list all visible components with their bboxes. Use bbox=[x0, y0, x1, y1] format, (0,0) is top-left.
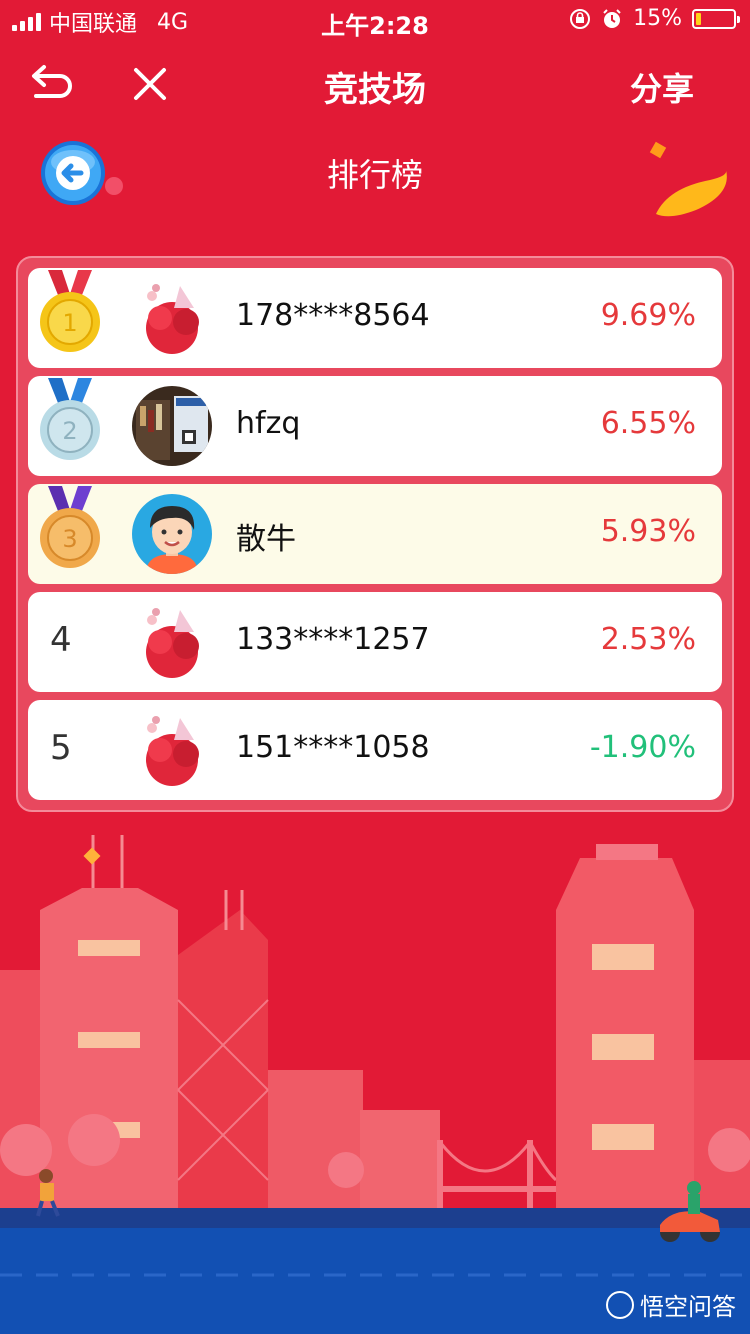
watermark-text: 悟空问答 bbox=[640, 1293, 736, 1321]
svg-text:1: 1 bbox=[62, 309, 77, 337]
rank-number: 5 bbox=[50, 728, 72, 768]
gold-medal-icon: 1 bbox=[40, 270, 100, 352]
row-return: 5.93% bbox=[600, 514, 696, 549]
rank-number: 4 bbox=[50, 620, 72, 660]
row-name: 散牛 bbox=[236, 522, 296, 557]
back-arrow-icon[interactable] bbox=[28, 62, 76, 106]
leaderboard-panel: 1 178****8564 9.69% 2 hfzq 6.55% 3 散牛 5.… bbox=[16, 256, 734, 812]
row-return: 9.69% bbox=[600, 298, 696, 333]
avatar bbox=[132, 602, 212, 682]
blue-circle-back-icon[interactable] bbox=[40, 140, 126, 208]
alarm-icon bbox=[603, 8, 621, 28]
watermark: 悟空问答 bbox=[606, 1287, 736, 1322]
row-return: 6.55% bbox=[600, 406, 696, 441]
leaderboard-row[interactable]: 4 133****1257 2.53% bbox=[28, 592, 722, 692]
row-name: 178****8564 bbox=[236, 298, 430, 333]
avatar bbox=[132, 278, 212, 358]
row-name: 151****1058 bbox=[236, 730, 430, 765]
leaderboard-row[interactable]: 5 151****1058 -1.90% bbox=[28, 700, 722, 800]
row-name: 133****1257 bbox=[236, 622, 430, 657]
row-name: hfzq bbox=[236, 406, 301, 441]
status-bar: 中国联通 4G 上午2:28 15% bbox=[0, 0, 750, 40]
city-skyline-illustration bbox=[0, 835, 750, 1334]
leaderboard-row[interactable]: 1 178****8564 9.69% bbox=[28, 268, 722, 368]
row-return: 2.53% bbox=[600, 622, 696, 657]
row-return: -1.90% bbox=[589, 730, 696, 765]
avatar bbox=[132, 386, 212, 466]
battery-icon bbox=[692, 8, 740, 29]
status-right: 15% bbox=[569, 6, 740, 31]
silver-medal-icon: 2 bbox=[40, 378, 100, 460]
rotation-lock-icon bbox=[570, 8, 591, 29]
wukong-logo-icon bbox=[606, 1290, 634, 1319]
svg-text:3: 3 bbox=[62, 525, 77, 553]
avatar bbox=[132, 494, 212, 574]
share-button[interactable]: 分享 bbox=[630, 64, 694, 110]
close-icon[interactable] bbox=[128, 62, 172, 106]
battery-percent: 15% bbox=[633, 6, 682, 31]
svg-text:2: 2 bbox=[62, 417, 77, 445]
confetti-decoration bbox=[649, 141, 727, 217]
leaderboard-row-current-user[interactable]: 3 散牛 5.93% bbox=[28, 484, 722, 584]
leaderboard-row[interactable]: 2 hfzq 6.55% bbox=[28, 376, 722, 476]
bronze-medal-icon: 3 bbox=[40, 486, 100, 568]
avatar bbox=[132, 710, 212, 790]
navigation-bar: 竞技场 分享 bbox=[0, 50, 750, 120]
